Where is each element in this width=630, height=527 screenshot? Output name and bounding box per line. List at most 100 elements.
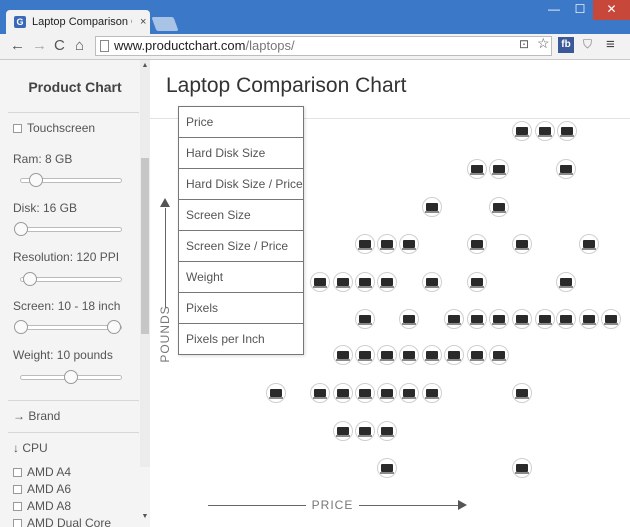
- home-icon[interactable]: ⌂: [75, 37, 84, 55]
- laptop-thumbnail[interactable]: [512, 458, 532, 478]
- touchscreen-checkbox[interactable]: Touchscreen: [13, 121, 95, 135]
- laptop-thumbnail[interactable]: [467, 159, 487, 179]
- laptop-thumbnail[interactable]: [377, 421, 397, 441]
- new-tab-button[interactable]: [151, 17, 179, 31]
- cpu-filter-toggle[interactable]: ↓ CPU: [13, 441, 48, 455]
- laptop-thumbnail[interactable]: [355, 272, 375, 292]
- screen-range-slider[interactable]: [14, 320, 122, 334]
- translate-icon[interactable]: ⊡: [519, 37, 529, 51]
- ram-slider-handle[interactable]: [29, 173, 43, 187]
- reload-icon[interactable]: C: [54, 37, 65, 55]
- checkbox-icon[interactable]: [13, 502, 22, 511]
- laptop-thumbnail[interactable]: [422, 345, 442, 365]
- laptop-thumbnail[interactable]: [512, 309, 532, 329]
- laptop-thumbnail[interactable]: [377, 234, 397, 254]
- ram-slider[interactable]: [20, 173, 122, 187]
- window-close-button[interactable]: ✕: [593, 0, 630, 20]
- bookmark-star-icon[interactable]: ☆: [537, 35, 550, 52]
- checkbox-icon[interactable]: [13, 519, 22, 527]
- shield-icon[interactable]: ⛉: [583, 37, 592, 52]
- window-minimize-button[interactable]: —: [541, 0, 567, 20]
- laptop-thumbnail[interactable]: [377, 345, 397, 365]
- laptop-thumbnail[interactable]: [556, 159, 576, 179]
- laptop-thumbnail[interactable]: [556, 272, 576, 292]
- laptop-thumbnail[interactable]: [422, 272, 442, 292]
- back-icon[interactable]: ←: [10, 37, 25, 55]
- laptop-thumbnail[interactable]: [489, 309, 509, 329]
- sidebar-scrollbar[interactable]: ▲ ▼: [140, 60, 150, 520]
- laptop-thumbnail[interactable]: [377, 272, 397, 292]
- disk-slider-handle[interactable]: [14, 222, 28, 236]
- laptop-thumbnail[interactable]: [377, 458, 397, 478]
- forward-icon[interactable]: →: [32, 37, 47, 55]
- laptop-thumbnail[interactable]: [355, 309, 375, 329]
- screen-max-handle[interactable]: [107, 320, 121, 334]
- checkbox-icon[interactable]: [13, 468, 22, 477]
- cpu-option[interactable]: AMD Dual Core: [13, 516, 111, 527]
- laptop-thumbnail[interactable]: [467, 272, 487, 292]
- laptop-thumbnail[interactable]: [601, 309, 621, 329]
- axis-option-price[interactable]: Price: [178, 106, 304, 138]
- cpu-option[interactable]: AMD A6: [13, 482, 71, 496]
- laptop-thumbnail[interactable]: [556, 309, 576, 329]
- laptop-thumbnail[interactable]: [399, 345, 419, 365]
- laptop-thumbnail[interactable]: [535, 309, 555, 329]
- laptop-thumbnail[interactable]: [310, 272, 330, 292]
- cpu-option[interactable]: AMD A8: [13, 499, 71, 513]
- laptop-thumbnail[interactable]: [489, 159, 509, 179]
- laptop-thumbnail[interactable]: [333, 421, 353, 441]
- laptop-thumbnail[interactable]: [355, 234, 375, 254]
- laptop-thumbnail[interactable]: [579, 309, 599, 329]
- laptop-thumbnail[interactable]: [535, 121, 555, 141]
- laptop-thumbnail[interactable]: [399, 309, 419, 329]
- laptop-thumbnail[interactable]: [512, 234, 532, 254]
- resolution-slider[interactable]: [20, 272, 122, 286]
- scrollbar-thumb[interactable]: [141, 158, 149, 334]
- tab-close-icon[interactable]: ×: [140, 10, 146, 34]
- laptop-thumbnail[interactable]: [333, 383, 353, 403]
- laptop-thumbnail[interactable]: [579, 234, 599, 254]
- browser-menu-icon[interactable]: ≡: [606, 36, 615, 53]
- axis-option-pixels-per-inch[interactable]: Pixels per Inch: [178, 323, 304, 355]
- laptop-thumbnail[interactable]: [512, 121, 532, 141]
- y-axis-selector[interactable]: POUNDS: [158, 304, 172, 364]
- laptop-thumbnail[interactable]: [489, 345, 509, 365]
- checkbox-icon[interactable]: [13, 124, 22, 133]
- laptop-thumbnail[interactable]: [489, 197, 509, 217]
- cpu-option[interactable]: AMD A4: [13, 465, 71, 479]
- laptop-thumbnail[interactable]: [333, 272, 353, 292]
- laptop-thumbnail[interactable]: [399, 234, 419, 254]
- laptop-thumbnail[interactable]: [399, 383, 419, 403]
- laptop-thumbnail[interactable]: [467, 309, 487, 329]
- laptop-thumbnail[interactable]: [444, 345, 464, 365]
- facebook-extension-button[interactable]: fb: [558, 37, 574, 53]
- screen-min-handle[interactable]: [14, 320, 28, 334]
- laptop-thumbnail[interactable]: [333, 345, 353, 365]
- x-axis-selector[interactable]: PRICE: [306, 498, 359, 512]
- weight-slider[interactable]: [20, 370, 122, 384]
- axis-option-pixels[interactable]: Pixels: [178, 292, 304, 324]
- laptop-thumbnail[interactable]: [355, 345, 375, 365]
- laptop-thumbnail[interactable]: [557, 121, 577, 141]
- laptop-thumbnail[interactable]: [310, 383, 330, 403]
- axis-option-hard-disk-size-per-price[interactable]: Hard Disk Size / Price: [178, 168, 304, 200]
- address-bar[interactable]: www.productchart.com/laptops/: [95, 36, 552, 56]
- axis-option-screen-size[interactable]: Screen Size: [178, 199, 304, 231]
- laptop-thumbnail[interactable]: [377, 383, 397, 403]
- brand-filter-toggle[interactable]: → Brand: [13, 409, 60, 423]
- laptop-thumbnail[interactable]: [355, 421, 375, 441]
- browser-tab[interactable]: G Laptop Comparison Char ×: [6, 10, 150, 34]
- scroll-down-icon[interactable]: ▼: [140, 513, 150, 520]
- checkbox-icon[interactable]: [13, 485, 22, 494]
- laptop-thumbnail[interactable]: [444, 309, 464, 329]
- window-maximize-button[interactable]: ☐: [567, 0, 593, 20]
- disk-slider[interactable]: [14, 222, 122, 236]
- axis-option-screen-size-per-price[interactable]: Screen Size / Price: [178, 230, 304, 262]
- weight-slider-handle[interactable]: [64, 370, 78, 384]
- laptop-thumbnail[interactable]: [422, 197, 442, 217]
- resolution-slider-handle[interactable]: [23, 272, 37, 286]
- laptop-thumbnail[interactable]: [422, 383, 442, 403]
- laptop-thumbnail[interactable]: [355, 383, 375, 403]
- scroll-up-icon[interactable]: ▲: [140, 62, 150, 69]
- laptop-thumbnail[interactable]: [512, 383, 532, 403]
